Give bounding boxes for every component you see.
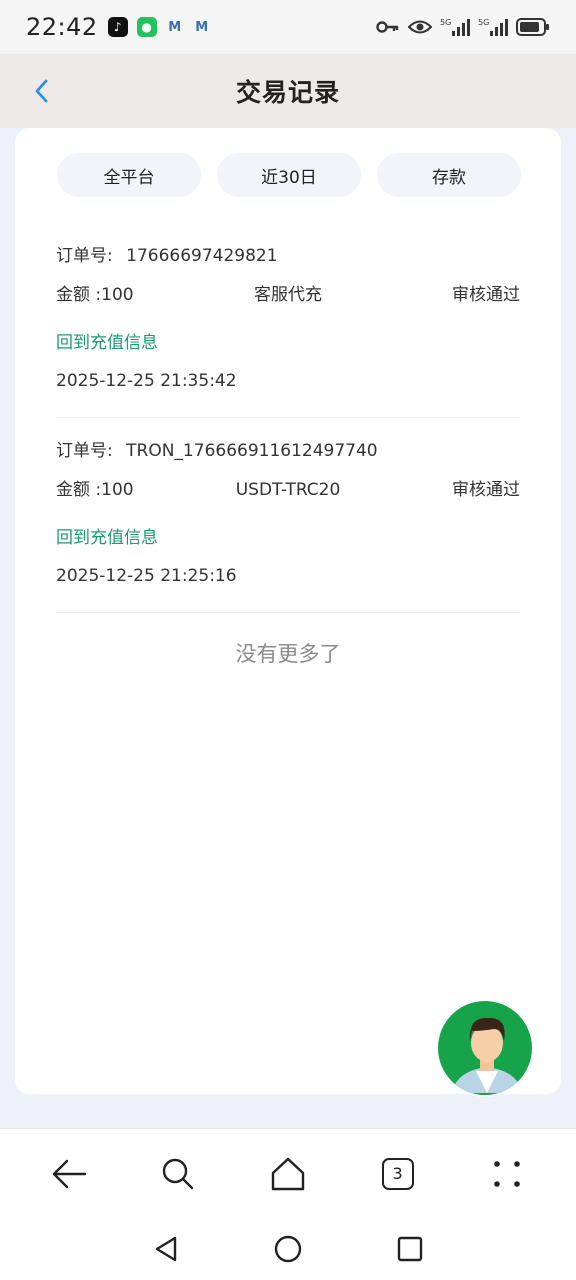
status-text: 审核通过 (452, 285, 521, 305)
payment-channel: USDT-TRC20 (235, 480, 341, 500)
back-to-recharge-link[interactable]: 回到充值信息 (56, 331, 520, 355)
transaction-record: 订单号: 17666697429821 金额 :100 客服代充 审核通过 回到… (56, 244, 520, 393)
order-label: 订单号: (56, 246, 113, 266)
avatar-icon (452, 1017, 522, 1093)
back-button[interactable] (26, 76, 56, 106)
status-time: 22:42 (26, 13, 98, 41)
home-icon (271, 1157, 305, 1190)
order-label: 订单号: (56, 441, 113, 461)
svg-text:5G: 5G (440, 18, 451, 27)
status-app-icons: ♪ ● M M (107, 17, 211, 37)
filter-bar: 全平台 近30日 存款 (57, 153, 521, 197)
vpn-key-icon (376, 20, 400, 34)
no-more-text: 没有更多了 (235, 642, 341, 666)
status-bar: 22:42 ♪ ● M M 5G 5G (0, 0, 576, 54)
back-to-recharge-link[interactable]: 回到充值信息 (56, 526, 520, 550)
svg-text:5G: 5G (478, 18, 489, 27)
system-nav-bar (0, 1218, 576, 1280)
battery-icon (516, 18, 550, 36)
order-number: TRON_176666911612497740 (126, 441, 378, 461)
filter-type[interactable]: 存款 (377, 153, 521, 197)
amount-value: 100 (101, 285, 134, 305)
filter-date-range[interactable]: 近30日 (217, 153, 361, 197)
amount-value: 100 (101, 480, 134, 500)
amount-label: 金额 : (56, 480, 102, 500)
tab-count: 3 (381, 1157, 414, 1190)
divider (56, 417, 520, 418)
triangle-back-icon (155, 1236, 177, 1262)
arrow-left-icon (52, 1159, 86, 1188)
more-dots-icon (494, 1160, 520, 1187)
nav-home-button[interactable] (268, 1229, 308, 1269)
signal-5g-icon: 5G (440, 17, 470, 37)
status-indicators: 5G 5G (376, 17, 550, 37)
payment-channel: 客服代充 (254, 285, 322, 305)
amount-line: 金额 :100 (56, 478, 211, 502)
chevron-left-icon (35, 79, 48, 103)
browser-search-button[interactable] (148, 1144, 208, 1204)
browser-menu-button[interactable] (477, 1144, 537, 1204)
transaction-card: 全平台 近30日 存款 订单号: 17666697429821 金额 :100 … (15, 128, 561, 1094)
browser-home-button[interactable] (258, 1144, 318, 1204)
app-header: 交易记录 (0, 54, 576, 128)
record-info-row: 金额 :100 USDT-TRC20 审核通过 (56, 478, 520, 502)
browser-toolbar: 3 (0, 1128, 576, 1218)
browser-tabs-button[interactable]: 3 (368, 1144, 428, 1204)
tiktok-icon: ♪ (107, 17, 128, 37)
record-timestamp: 2025-12-25 21:35:42 (56, 371, 237, 391)
wechat-icon: ● (136, 17, 157, 37)
status-text: 审核通过 (452, 480, 521, 500)
customer-service-button[interactable] (436, 999, 534, 1097)
amount-label: 金额 : (56, 285, 102, 305)
order-number-line: 订单号: TRON_176666911612497740 (56, 439, 520, 463)
record-info-row: 金额 :100 客服代充 审核通过 (56, 283, 520, 307)
browser-back-button[interactable] (39, 1144, 99, 1204)
amount-line: 金额 :100 (56, 283, 211, 307)
gmail-icon: M (168, 19, 182, 35)
divider (56, 612, 520, 613)
eye-icon (408, 19, 432, 35)
signal-5g-icon: 5G (478, 17, 508, 37)
gmail-icon: M (195, 19, 209, 35)
circle-home-icon (274, 1235, 302, 1263)
search-icon (163, 1158, 194, 1189)
nav-back-button[interactable] (146, 1229, 186, 1269)
nav-recents-button[interactable] (390, 1229, 430, 1269)
transaction-record: 订单号: TRON_176666911612497740 金额 :100 USD… (56, 439, 520, 588)
order-number: 17666697429821 (126, 246, 278, 266)
order-number-line: 订单号: 17666697429821 (56, 244, 520, 268)
record-timestamp: 2025-12-25 21:25:16 (56, 566, 237, 586)
filter-platform[interactable]: 全平台 (57, 153, 201, 197)
page-title: 交易记录 (235, 78, 340, 107)
square-recents-icon (397, 1236, 423, 1262)
